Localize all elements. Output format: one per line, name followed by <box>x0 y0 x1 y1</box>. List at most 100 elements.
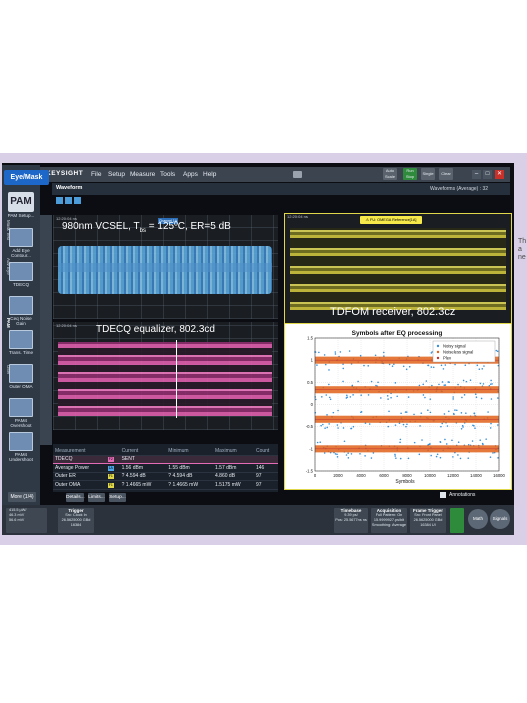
menu-measure[interactable]: Measure <box>130 171 155 178</box>
table-row[interactable]: Average Power 1A 1.56 dBm 1.55 dBm 1.57 … <box>53 463 278 473</box>
noisy-point <box>348 350 351 352</box>
noisy-point <box>328 423 330 425</box>
run-stop-button[interactable]: Run Stop <box>403 168 417 180</box>
clear-button[interactable]: Clear <box>439 168 453 180</box>
tdecq-eye-trace <box>58 342 272 416</box>
tab-adv-eye[interactable]: Adv Eye <box>1 258 11 275</box>
menu-apps[interactable]: Apps <box>183 171 198 178</box>
noisy-point <box>460 412 463 414</box>
readout-3: 56.6 mV/ <box>9 518 25 522</box>
table-row[interactable]: TDECQ F2 SENT <box>53 454 278 464</box>
noisy-point <box>495 349 498 352</box>
noisy-point <box>359 354 362 357</box>
noisy-point <box>328 383 330 386</box>
brand-name: KEYSIGHT <box>46 170 84 177</box>
x-tick-label: 10000 <box>424 473 436 478</box>
pink-cursor[interactable] <box>176 340 177 418</box>
noisy-point <box>490 379 492 382</box>
count-value: 97 <box>253 472 278 481</box>
noisy-point <box>383 351 385 354</box>
signals-button[interactable]: Signals <box>490 509 510 529</box>
noisy-point <box>490 398 493 400</box>
side-text-3: ne <box>518 254 526 261</box>
current-value: 1.56 dBm <box>119 463 167 473</box>
layout-icon[interactable] <box>65 197 72 204</box>
minimum-value: ? 1.4665 mW <box>166 480 214 490</box>
noisy-point <box>427 409 429 411</box>
menu-help[interactable]: Help <box>203 171 216 178</box>
noisy-point <box>444 438 446 441</box>
noisy-point <box>395 457 397 459</box>
noisy-point <box>359 452 361 455</box>
table-row[interactable]: Outer OMA F1 ? 1.4665 mW ? 1.4665 mW 1.5… <box>53 480 278 490</box>
pam-setup-label[interactable]: PAM Setup... <box>5 213 37 218</box>
tool-pam4-overshoot[interactable]: PAM4 Overshoot <box>5 398 37 428</box>
menu-tools[interactable]: Tools <box>160 171 175 178</box>
camera-icon[interactable] <box>293 171 302 178</box>
frame-trigger-panel[interactable]: Frame Trigger Src: Front Panel 26.562500… <box>410 508 446 533</box>
noisy-point <box>323 354 326 356</box>
noisy-point <box>387 398 389 400</box>
noisy-point <box>324 427 326 429</box>
count-value <box>253 454 278 464</box>
tool-pam4-undershoot[interactable]: PAM4 Undershoot <box>5 432 37 462</box>
chart-legend: Noisy signalNoiseless signalPlev <box>432 340 496 363</box>
noisy-point <box>319 441 322 443</box>
tdecq-icon <box>9 262 33 281</box>
noisy-point <box>427 364 430 367</box>
measurement-table: Measurement Current Minimum Maximum Coun… <box>53 447 278 490</box>
menu-setup[interactable]: Setup <box>108 171 125 178</box>
tab-mask-test[interactable]: Mask Test <box>1 220 11 240</box>
tab-user[interactable]: User <box>1 365 11 375</box>
noisy-point <box>489 456 492 458</box>
noisy-point <box>464 364 467 366</box>
noisy-point <box>318 351 320 354</box>
minimize-icon[interactable]: – <box>472 170 481 179</box>
table-row[interactable]: Outer ER F1 ? 4.594 dB ? 4.594 dB 4.860 … <box>53 472 278 481</box>
layout-icon[interactable] <box>74 197 81 204</box>
acquisition-panel[interactable]: Acquisition Full Pattern: On 15.9999927.… <box>371 508 407 533</box>
noisy-point <box>454 409 456 411</box>
noisy-point <box>497 457 499 459</box>
x-tick-label: 16000 <box>493 473 505 478</box>
more-button[interactable]: More (1/4) <box>8 492 36 502</box>
auto-scale-button[interactable]: Auto Scale <box>383 168 397 180</box>
noisy-point <box>463 394 466 396</box>
layout-icon[interactable] <box>56 197 63 204</box>
noisy-point <box>345 454 348 456</box>
noisy-point <box>430 366 433 368</box>
details-button[interactable]: Details... <box>66 493 85 502</box>
noisy-point <box>474 393 477 396</box>
lock-icon[interactable] <box>450 508 464 533</box>
noisy-point <box>324 363 327 366</box>
noisy-point <box>349 396 352 398</box>
noisy-point <box>478 368 481 370</box>
noisy-point <box>462 379 465 382</box>
menu-file[interactable]: File <box>91 171 101 178</box>
single-button[interactable]: Single <box>421 168 435 180</box>
noisy-point <box>405 368 408 371</box>
noisy-point <box>479 439 482 441</box>
source-cell: F2 <box>105 454 120 464</box>
channel-readouts[interactable]: 415.5 μW/ 46.3 mV/ 56.6 mV/ <box>6 508 47 533</box>
annotations-checkbox[interactable] <box>440 492 446 498</box>
eye-mask-mode-button[interactable]: Eye/Mask <box>4 170 49 185</box>
tab-pam[interactable]: PAM <box>1 318 11 328</box>
trigger-panel[interactable]: Trigger Src: Clock In 26.5625000 GBd 163… <box>58 508 94 533</box>
limits-button[interactable]: Limits... <box>88 493 105 502</box>
timebase-panel[interactable]: Timebase 9.39 ps/ Pos: 25.5677ns ns <box>334 508 368 533</box>
close-icon[interactable]: ✕ <box>495 170 504 179</box>
tool-trans-time[interactable]: Trans. Time <box>5 330 37 355</box>
noisy-point <box>429 398 432 400</box>
noisy-point <box>329 398 332 401</box>
noisy-point <box>316 364 318 366</box>
header-current: Current <box>119 447 167 456</box>
math-button[interactable]: Math <box>468 509 488 529</box>
x-tick-label: 6000 <box>379 473 389 478</box>
tab-waveform[interactable]: Waveform <box>56 185 82 191</box>
noisy-point <box>394 455 396 457</box>
maximize-icon[interactable]: □ <box>483 170 492 179</box>
noisy-point <box>394 453 396 456</box>
setup-button[interactable]: Setup... <box>109 493 126 502</box>
noisy-point <box>388 363 391 366</box>
